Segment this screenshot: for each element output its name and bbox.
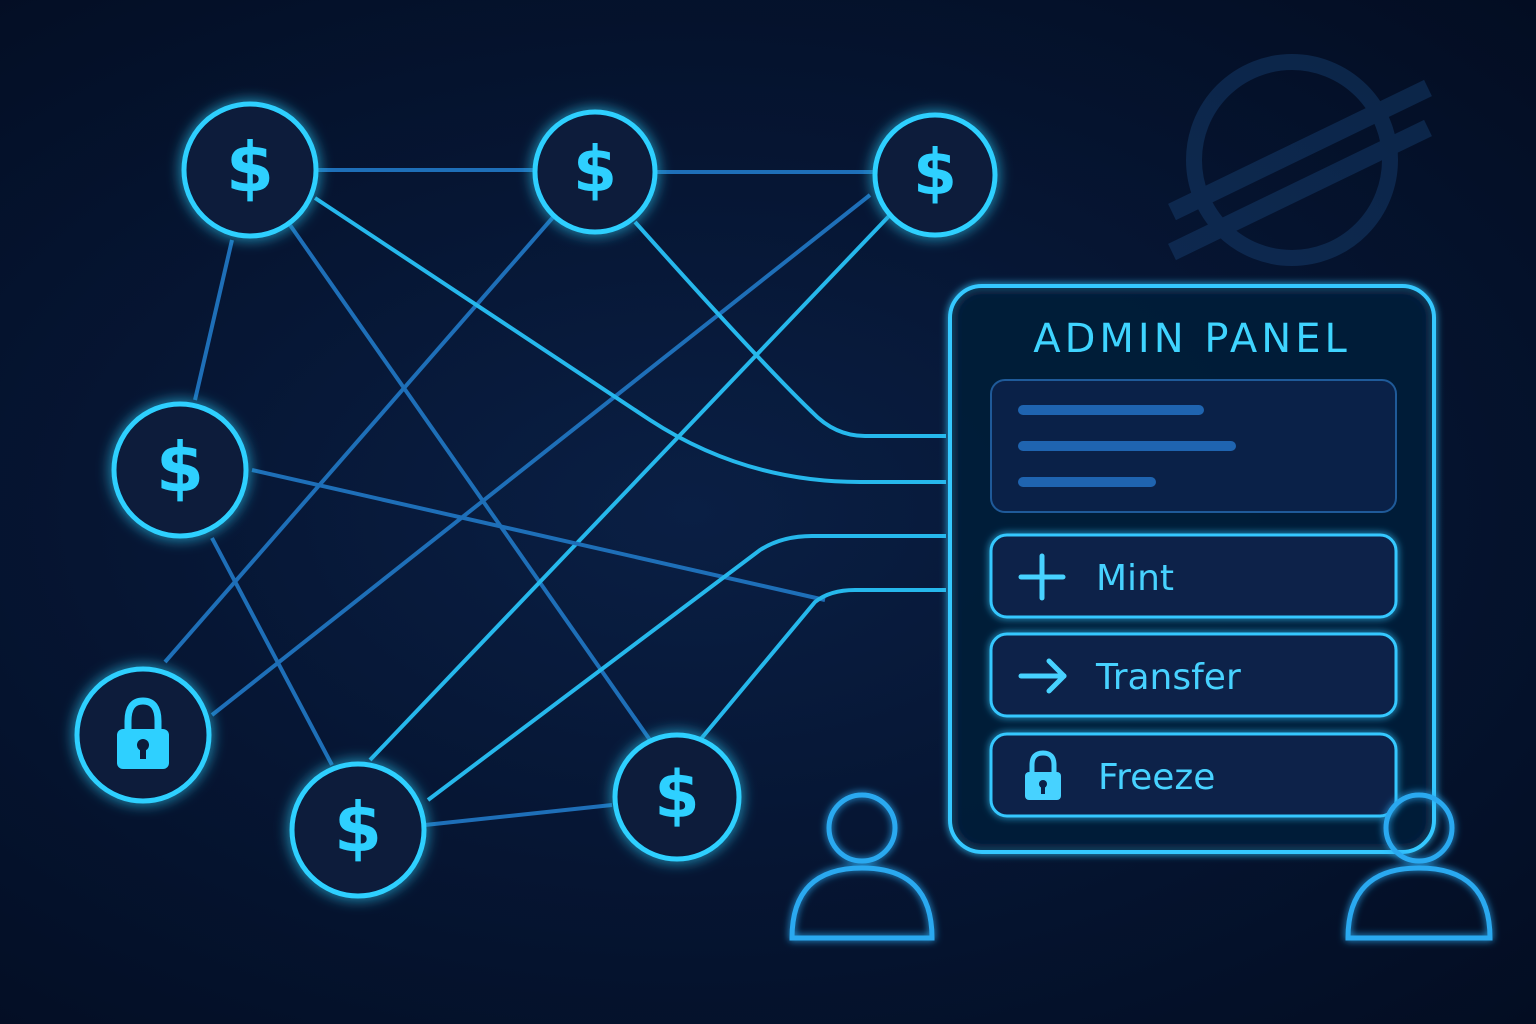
network-nodes: $ $ $ $ $ $ xyxy=(74,101,998,899)
admin-panel-title: ADMIN PANEL xyxy=(1033,316,1351,362)
dollar-icon: $ xyxy=(913,136,957,209)
dollar-node: $ xyxy=(612,732,742,862)
network-diagram: $ $ $ $ $ $ ADMIN PANEL Mint Transfer Free… xyxy=(74,54,1493,941)
edge xyxy=(210,193,872,717)
edge xyxy=(193,239,234,401)
dollar-icon: $ xyxy=(156,428,204,508)
dollar-node: $ xyxy=(289,761,427,899)
edge xyxy=(210,537,334,766)
dollar-node: $ xyxy=(872,112,998,238)
dollar-icon: $ xyxy=(654,758,699,833)
connection-lines xyxy=(163,168,946,827)
transfer-button-label: Transfer xyxy=(1095,657,1241,698)
dollar-node: $ xyxy=(111,401,249,539)
edge xyxy=(368,213,892,762)
freeze-button[interactable]: Freeze xyxy=(989,732,1398,818)
mint-button[interactable]: Mint xyxy=(989,533,1398,619)
dollar-icon: $ xyxy=(334,788,382,868)
mint-button-label: Mint xyxy=(1096,558,1174,599)
placeholder-line xyxy=(1018,477,1156,487)
edge xyxy=(698,588,946,742)
edge xyxy=(424,803,613,827)
edge xyxy=(633,220,946,438)
dollar-icon: $ xyxy=(226,128,274,208)
freeze-button-label: Freeze xyxy=(1098,757,1215,798)
admin-panel: ADMIN PANEL Mint Transfer Freeze xyxy=(948,284,1436,854)
edge xyxy=(313,196,946,484)
dollar-node: $ xyxy=(181,101,319,239)
placeholder-line xyxy=(1018,441,1236,451)
placeholder-line xyxy=(1018,405,1204,415)
info-box xyxy=(990,379,1397,513)
transfer-button[interactable]: Transfer xyxy=(989,632,1398,718)
lock-node xyxy=(74,666,212,804)
user-icon xyxy=(789,792,935,941)
dollar-icon: $ xyxy=(573,133,617,206)
dollar-node: $ xyxy=(532,109,658,235)
stellar-logo-icon xyxy=(1168,54,1432,266)
